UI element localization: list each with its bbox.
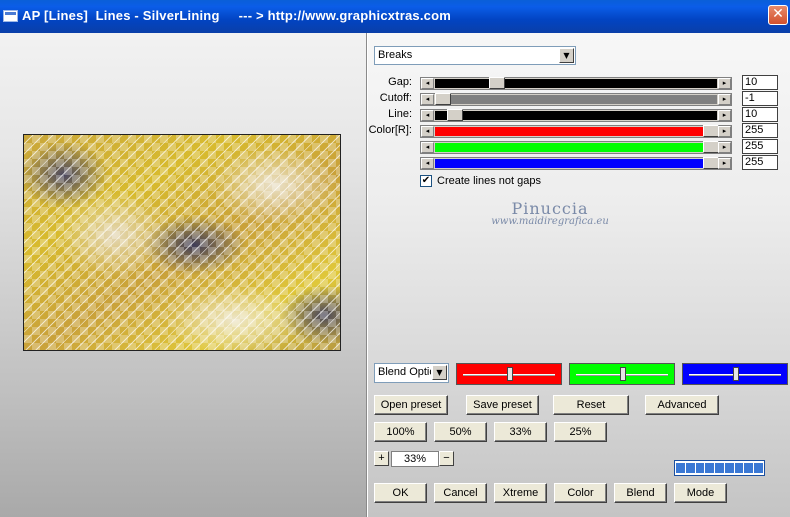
slider-thumb[interactable]	[703, 141, 719, 153]
blend-options-value: Blend Optio	[378, 366, 431, 378]
arrow-left-icon[interactable]: ◂	[421, 78, 434, 89]
slider-track	[435, 127, 717, 136]
arrow-right-icon[interactable]: ▸	[718, 78, 731, 89]
arrow-left-icon[interactable]: ◂	[421, 94, 434, 105]
reset-button[interactable]: Reset	[553, 395, 629, 415]
cutoff-slider[interactable]: ◂ ▸	[420, 93, 732, 106]
arrow-right-icon[interactable]: ▸	[718, 110, 731, 121]
blend-options-dropdown[interactable]: Blend Optio ▼	[374, 363, 449, 383]
color-button[interactable]: Color	[554, 483, 607, 503]
color-b-value-field[interactable]: 255	[742, 155, 778, 170]
slider-thumb[interactable]	[620, 367, 626, 381]
gap-label: Gap:	[388, 76, 412, 88]
xtreme-button[interactable]: Xtreme	[494, 483, 547, 503]
slider-track	[435, 143, 717, 152]
save-preset-button[interactable]: Save preset	[466, 395, 539, 415]
ok-button[interactable]: OK	[374, 483, 427, 503]
zoom-25-button[interactable]: 25%	[554, 422, 607, 442]
slider-thumb[interactable]	[703, 125, 719, 137]
slider-thumb[interactable]	[447, 109, 463, 121]
arrow-right-icon[interactable]: ▸	[718, 142, 731, 153]
slider-thumb[interactable]	[703, 157, 719, 169]
progress-segment	[754, 463, 764, 473]
create-lines-label: Create lines not gaps	[437, 175, 541, 187]
mode-button[interactable]: Mode	[674, 483, 727, 503]
zoom-50-button[interactable]: 50%	[434, 422, 487, 442]
mode-dropdown-value: Breaks	[378, 49, 413, 61]
watermark-url: www.maidiregrafica.eu	[491, 216, 609, 227]
progress-segment	[685, 463, 695, 473]
progress-segment	[744, 463, 754, 473]
zoom-in-button[interactable]: +	[374, 451, 389, 466]
chevron-down-icon[interactable]: ▼	[432, 365, 447, 380]
slider-thumb[interactable]	[507, 367, 513, 381]
arrow-right-icon[interactable]: ▸	[718, 158, 731, 169]
open-preset-button[interactable]: Open preset	[374, 395, 448, 415]
arrow-right-icon[interactable]: ▸	[718, 94, 731, 105]
watermark: Pinuccia www.maidiregrafica.eu	[470, 199, 630, 227]
slider-thumb[interactable]	[489, 77, 505, 89]
window-title: AP [Lines] Lines - SilverLining --- > ht…	[22, 8, 451, 23]
blue-blend-slider[interactable]	[682, 363, 788, 385]
preview-image[interactable]	[23, 134, 341, 351]
gap-slider[interactable]: ◂ ▸	[420, 77, 732, 90]
progress-segment	[724, 463, 734, 473]
zoom-100-button[interactable]: 100%	[374, 422, 427, 442]
line-slider[interactable]: ◂ ▸	[420, 109, 732, 122]
zoom-out-button[interactable]: −	[439, 451, 454, 466]
color-r-slider[interactable]: ◂ ▸	[420, 125, 732, 138]
zoom-33-button[interactable]: 33%	[494, 422, 547, 442]
slider-track	[435, 95, 717, 104]
arrow-left-icon[interactable]: ◂	[421, 142, 434, 153]
advanced-button[interactable]: Advanced	[645, 395, 719, 415]
gap-value-field[interactable]: 10	[742, 75, 778, 90]
progress-segment	[715, 463, 724, 473]
line-label: Line:	[388, 108, 412, 120]
slider-track	[435, 79, 717, 88]
cutoff-label: Cutoff:	[379, 92, 412, 104]
progress-segment	[705, 463, 715, 473]
slider-track	[435, 159, 717, 168]
arrow-left-icon[interactable]: ◂	[421, 158, 434, 169]
slider-thumb[interactable]	[733, 367, 739, 381]
slider-track	[435, 111, 717, 120]
progress-segment	[734, 463, 744, 473]
close-button[interactable]: ✕	[768, 5, 788, 25]
blend-button[interactable]: Blend	[614, 483, 667, 503]
color-r-value-field[interactable]: 255	[742, 123, 778, 138]
color-r-label: Color[R]:	[368, 124, 412, 136]
progress-segment	[676, 463, 685, 473]
mode-dropdown[interactable]: Breaks ▼	[374, 46, 576, 65]
red-blend-slider[interactable]	[456, 363, 562, 385]
green-blend-slider[interactable]	[569, 363, 675, 385]
window-icon	[3, 10, 18, 22]
arrow-left-icon[interactable]: ◂	[421, 126, 434, 137]
progress-indicator	[674, 460, 765, 476]
color-b-slider[interactable]: ◂ ▸	[420, 157, 732, 170]
create-lines-checkbox[interactable]: ✔	[420, 175, 432, 187]
arrow-right-icon[interactable]: ▸	[718, 126, 731, 137]
line-value-field[interactable]: 10	[742, 107, 778, 122]
chevron-down-icon[interactable]: ▼	[559, 48, 574, 63]
arrow-left-icon[interactable]: ◂	[421, 110, 434, 121]
zoom-level-field[interactable]: 33%	[391, 451, 439, 467]
progress-segment	[695, 463, 705, 473]
color-g-value-field[interactable]: 255	[742, 139, 778, 154]
slider-thumb[interactable]	[435, 93, 451, 105]
cancel-button[interactable]: Cancel	[434, 483, 487, 503]
title-bar: AP [Lines] Lines - SilverLining --- > ht…	[0, 0, 790, 33]
color-g-slider[interactable]: ◂ ▸	[420, 141, 732, 154]
cutoff-value-field[interactable]: -1	[742, 91, 778, 106]
